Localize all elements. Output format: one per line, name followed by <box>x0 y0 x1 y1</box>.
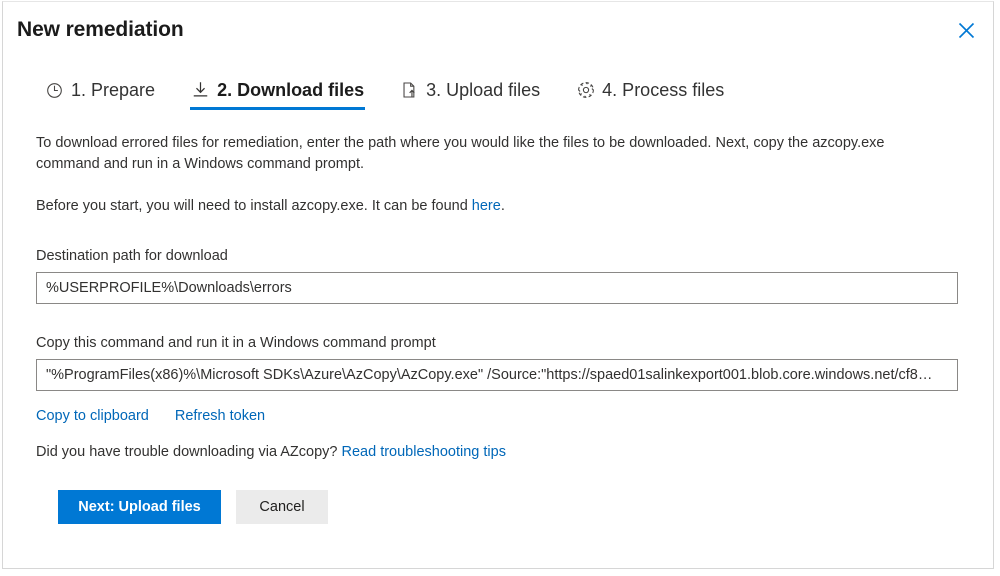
prerequisite-prefix: Before you start, you will need to insta… <box>36 198 472 214</box>
gear-icon <box>576 81 595 100</box>
azcopy-command-input[interactable] <box>36 359 958 391</box>
destination-path-input[interactable] <box>36 272 958 304</box>
tab-active-underline <box>190 107 365 110</box>
wizard-tabs: 1. Prepare 2. Download files 3. Upload f… <box>3 70 993 114</box>
azcopy-download-link[interactable]: here <box>472 198 501 214</box>
prerequisite-text: Before you start, you will need to insta… <box>36 196 916 217</box>
command-label: Copy this command and run it in a Window… <box>36 335 960 351</box>
new-remediation-dialog: New remediation 1. Prepare <box>2 1 994 569</box>
file-upload-icon <box>400 81 419 100</box>
command-actions: Copy to clipboard Refresh token <box>36 408 960 424</box>
tab-label: 1. Prepare <box>71 81 155 99</box>
refresh-token-link[interactable]: Refresh token <box>175 408 265 424</box>
dialog-body: To download errored files for remediatio… <box>3 133 993 524</box>
cancel-button[interactable]: Cancel <box>236 490 328 524</box>
tab-prepare[interactable]: 1. Prepare <box>44 70 156 110</box>
close-icon <box>958 22 975 39</box>
prerequisite-suffix: . <box>501 198 505 214</box>
tab-upload-files[interactable]: 3. Upload files <box>399 70 541 110</box>
clock-icon <box>45 81 64 100</box>
destination-path-label: Destination path for download <box>36 248 960 264</box>
next-upload-files-button[interactable]: Next: Upload files <box>58 490 221 524</box>
intro-text: To download errored files for remediatio… <box>36 133 916 175</box>
copy-to-clipboard-link[interactable]: Copy to clipboard <box>36 408 149 424</box>
tab-label: 4. Process files <box>602 81 724 99</box>
download-icon <box>191 81 210 100</box>
dialog-titlebar: New remediation <box>3 2 993 58</box>
page-title: New remediation <box>17 18 184 42</box>
troubleshooting-text: Did you have trouble downloading via AZc… <box>36 444 960 460</box>
tab-download-files[interactable]: 2. Download files <box>190 70 365 110</box>
close-button[interactable] <box>945 12 987 48</box>
troubleshooting-prefix: Did you have trouble downloading via AZc… <box>36 444 342 460</box>
troubleshooting-tips-link[interactable]: Read troubleshooting tips <box>342 444 506 460</box>
tab-label: 3. Upload files <box>426 81 540 99</box>
tab-process-files[interactable]: 4. Process files <box>575 70 725 110</box>
dialog-footer: Next: Upload files Cancel <box>36 490 960 524</box>
tab-label: 2. Download files <box>217 81 364 99</box>
